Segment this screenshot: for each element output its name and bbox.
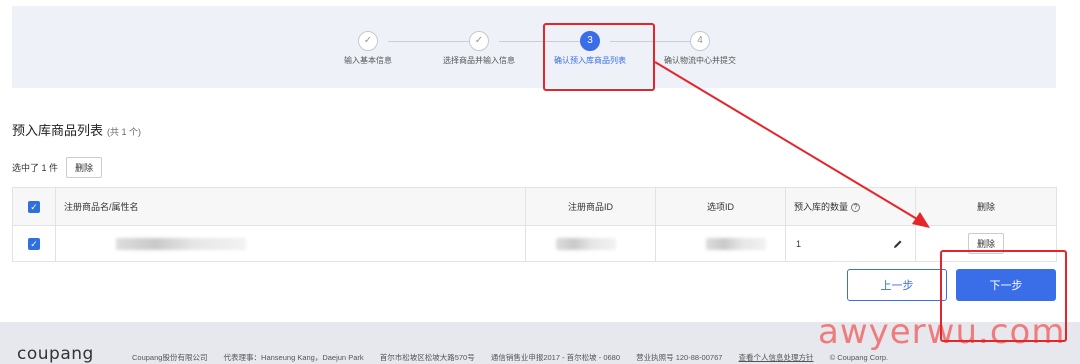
annotation-arrow: [654, 61, 930, 228]
